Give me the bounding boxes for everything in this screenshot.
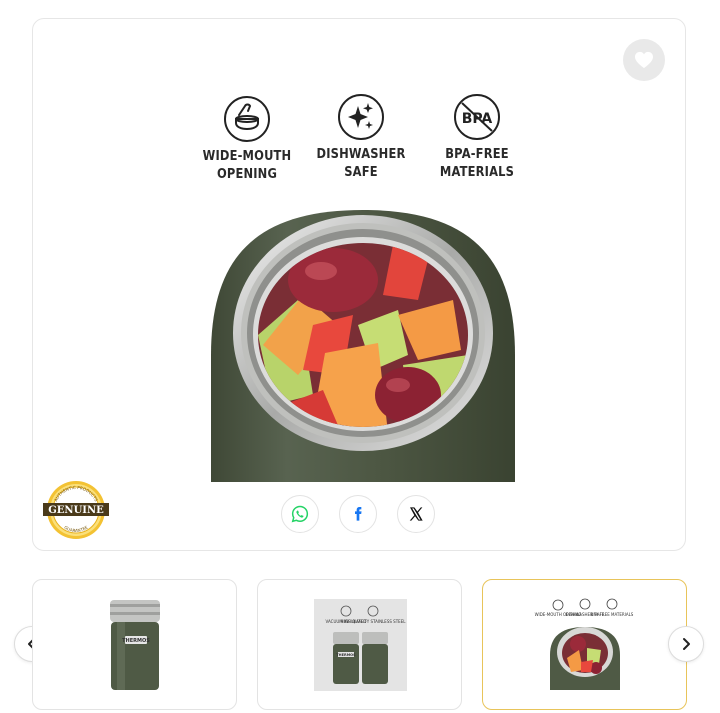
bpa-free-icon: BPA	[454, 94, 500, 140]
whatsapp-icon	[291, 505, 309, 523]
share-whatsapp-button[interactable]	[281, 495, 319, 533]
wide-mouth-icon	[224, 96, 270, 142]
feature-label: DISHWASHER SAFE	[316, 146, 406, 180]
sparkle-icon	[338, 94, 384, 140]
share-facebook-button[interactable]	[339, 495, 377, 533]
feature-wide-mouth: WIDE-MOUTH OPENING	[187, 95, 307, 183]
feature-bpa-free: BPA BPA-FREE MATERIALS	[417, 93, 537, 181]
feature-label: BPA-FREE MATERIALS	[439, 146, 515, 180]
features-image: WIDE-MOUTH OPENING DISHWASHER SAFE BPA-F…	[535, 598, 634, 690]
next-image-button[interactable]	[668, 626, 704, 662]
svg-text:BPA-FREE MATERIALS: BPA-FREE MATERIALS	[591, 612, 634, 617]
chevron-right-icon	[683, 638, 690, 650]
svg-text:BPA: BPA	[462, 111, 493, 127]
facebook-icon	[355, 507, 362, 521]
share-x-button[interactable]	[397, 495, 435, 533]
svg-text:THERMOS: THERMOS	[122, 638, 150, 644]
svg-text:GENUINE: GENUINE	[48, 505, 104, 516]
thumbnail-features[interactable]: WIDE-MOUTH OPENING DISHWASHER SAFE BPA-F…	[482, 579, 687, 710]
wishlist-button[interactable]	[623, 39, 665, 81]
thumbnail-two-flasks[interactable]: VACUUM INSULATED HIGH QUALITY STAINLESS …	[257, 579, 462, 710]
feature-label: WIDE-MOUTH OPENING	[202, 148, 292, 182]
svg-text:THERMOS: THERMOS	[336, 653, 356, 657]
product-photo-jar-with-fruit	[211, 210, 515, 482]
thumbnail-flask[interactable]: THERMOS	[32, 579, 237, 710]
share-buttons	[281, 495, 435, 533]
svg-text:HIGH QUALITY STAINLESS STEEL: HIGH QUALITY STAINLESS STEEL	[341, 619, 407, 624]
feature-dishwasher-safe: DISHWASHER SAFE	[301, 93, 421, 181]
genuine-badge: AUTHENTIC PRODUCTS GUARANTEE GENUINE	[43, 481, 109, 539]
flask-image: THERMOS	[110, 600, 160, 690]
heart-icon	[635, 51, 653, 69]
product-image-card: WIDE-MOUTH OPENING DISHWASHER SAFE BPA B…	[32, 18, 686, 551]
x-icon	[409, 507, 423, 521]
two-flasks-image: VACUUM INSULATED HIGH QUALITY STAINLESS …	[314, 599, 407, 691]
